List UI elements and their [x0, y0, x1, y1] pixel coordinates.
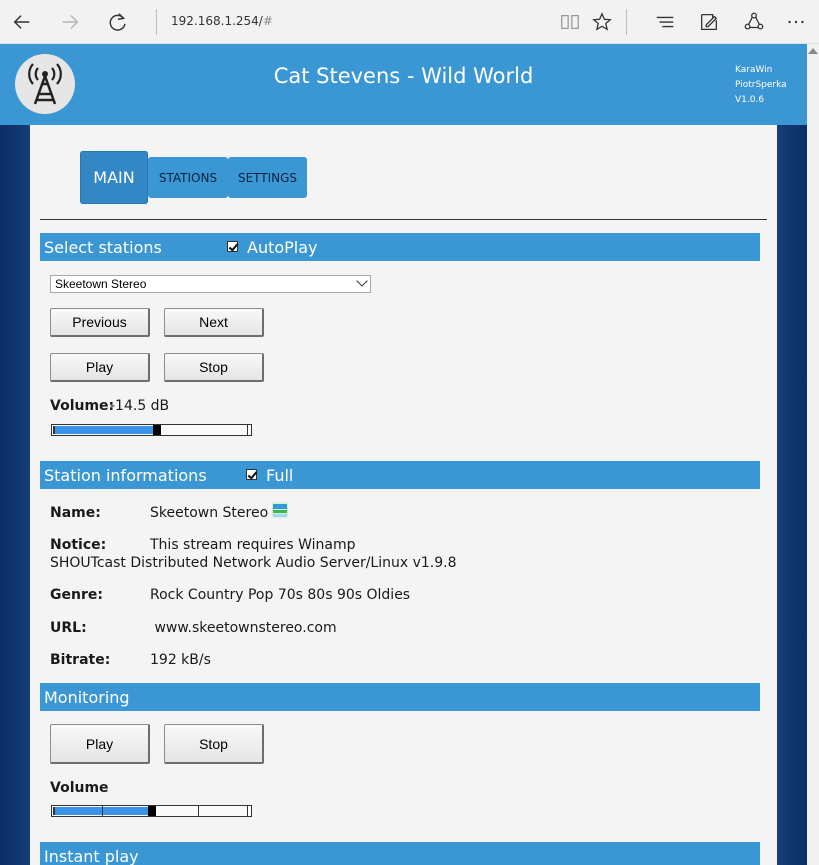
credit-author: KaraWin [735, 65, 773, 75]
select-stations-section-header: Select stations AutoPlay [40, 233, 760, 261]
now-playing-title: Cat Stevens - Wild World [273, 64, 534, 88]
browser-toolbar: 192.168.1.254/# [0, 0, 819, 44]
address-separator [156, 9, 157, 35]
app-version: V1.0.6 [735, 95, 765, 105]
instant-play-section-header: Instant play [40, 842, 760, 865]
bitrate-label: Bitrate: [50, 652, 111, 668]
more-options-icon[interactable] [782, 8, 810, 36]
tab-stations[interactable]: STATIONS [148, 157, 228, 198]
station-select[interactable]: Skeetown Stereo [50, 275, 371, 293]
notice-label: Notice: [50, 537, 107, 553]
station-favicon-icon [272, 502, 288, 518]
address-hash: # [262, 14, 273, 28]
monitor-volume-slider[interactable] [51, 805, 252, 817]
volume-slider-end [247, 425, 249, 435]
notice-value-line1: This stream requires Winamp [150, 537, 356, 553]
station-info-section-header: Station informations Full [40, 461, 760, 489]
monitor-play-button[interactable]: Play [50, 724, 150, 764]
tabs-divider [40, 219, 767, 220]
select-stations-title: Select stations [44, 238, 162, 257]
bitrate-value: 192 kB/s [150, 652, 211, 668]
volume-label: Volume: [50, 398, 115, 414]
main-content: MAIN STATIONS SETTINGS Select stations A… [30, 125, 777, 865]
app-header: Cat Stevens - Wild World KaraWin PiotrSp… [0, 44, 807, 125]
web-note-icon[interactable] [695, 8, 723, 36]
volume-slider[interactable] [51, 424, 252, 436]
monitor-stop-button[interactable]: Stop [164, 724, 264, 764]
monitoring-section-header: Monitoring [40, 683, 760, 711]
name-value: Skeetown Stereo [150, 505, 269, 521]
name-label: Name: [50, 505, 101, 521]
share-icon[interactable] [740, 8, 768, 36]
next-button[interactable]: Next [164, 308, 264, 337]
app-credits: KaraWin PiotrSperka V1.0.6 [735, 63, 787, 108]
monitor-volume-slider-thumb[interactable] [148, 806, 156, 816]
monitor-volume-slider-end [247, 806, 249, 816]
hub-menu-icon[interactable] [651, 8, 679, 36]
reading-view-icon[interactable] [556, 8, 584, 36]
chevron-down-icon [356, 275, 368, 287]
monitoring-title: Monitoring [44, 688, 130, 707]
back-icon[interactable] [8, 8, 36, 36]
instant-play-title: Instant play [44, 847, 139, 865]
full-info-checkbox[interactable] [246, 469, 257, 480]
page-background-left [0, 125, 30, 865]
genre-label: Genre: [50, 587, 103, 603]
volume-value: -14.5 dB [110, 398, 170, 414]
monitor-slider-tick [102, 806, 103, 816]
stop-button[interactable]: Stop [164, 353, 264, 382]
genre-value: Rock Country Pop 70s 80s 90s Oldies [150, 587, 411, 603]
monitor-volume-slider-fill [53, 807, 149, 815]
autoplay-checkbox[interactable] [227, 241, 238, 252]
credit-contributor: PiotrSperka [735, 80, 787, 90]
notice-value-line2: SHOUTcast Distributed Network Audio Serv… [50, 555, 457, 571]
forward-icon[interactable] [56, 8, 84, 36]
volume-slider-thumb[interactable] [153, 425, 161, 435]
address-bar[interactable]: 192.168.1.254/# [171, 14, 273, 28]
full-info-label: Full [266, 466, 294, 485]
monitor-volume-label: Volume [50, 780, 109, 796]
previous-button[interactable]: Previous [50, 308, 150, 337]
station-info-title: Station informations [44, 466, 207, 485]
tab-main[interactable]: MAIN [80, 151, 148, 204]
volume-slider-fill [53, 426, 154, 434]
address-url: 192.168.1.254/ [171, 14, 263, 28]
station-select-value: Skeetown Stereo [55, 277, 147, 291]
refresh-icon[interactable] [104, 8, 132, 36]
tab-settings[interactable]: SETTINGS [228, 157, 307, 198]
scroll-up-icon[interactable] [808, 48, 818, 54]
page-background-right [777, 125, 807, 865]
play-button[interactable]: Play [50, 353, 150, 382]
favorite-star-icon[interactable] [588, 8, 616, 36]
url-value[interactable]: www.skeetownstereo.com [150, 620, 336, 636]
url-label: URL: [50, 620, 87, 636]
monitor-slider-tick [198, 806, 199, 816]
toolbar-separator [626, 9, 627, 35]
page-scrollbar[interactable] [807, 44, 819, 865]
autoplay-label: AutoPlay [247, 238, 318, 257]
